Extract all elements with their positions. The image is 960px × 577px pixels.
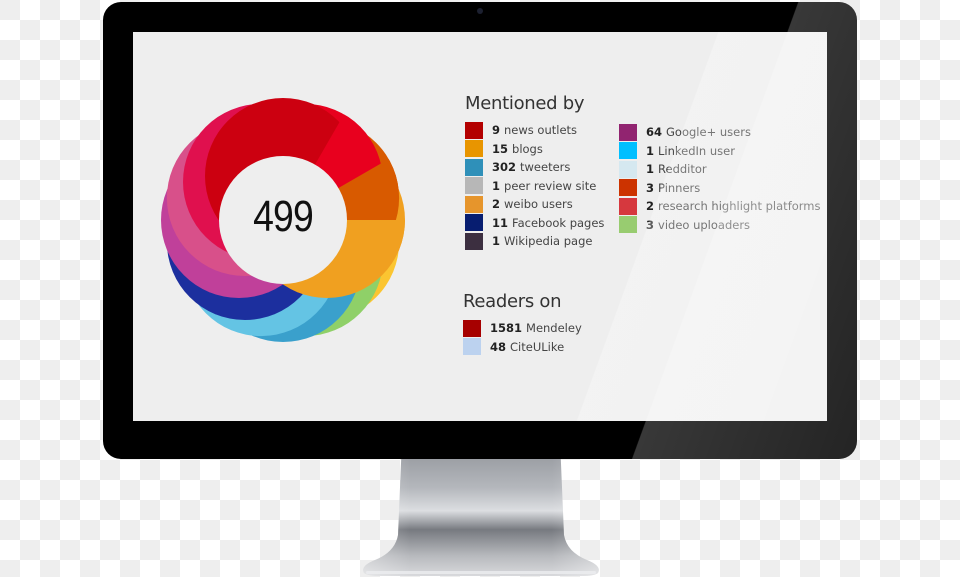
legend-label: tweeters (520, 160, 571, 175)
legend-item-blogs[interactable]: 15 blogs (465, 140, 604, 159)
legend-label: blogs (512, 141, 543, 156)
legend-label: Wikipedia page (504, 234, 593, 249)
legend-swatch (619, 142, 637, 160)
legend-swatch (465, 214, 483, 232)
legend-swatch (619, 123, 637, 141)
legend-count: 64 (646, 125, 663, 140)
readers-on-list: 1581 Mendeley 48 CiteULike (463, 319, 582, 356)
legend-item-research-highlight-platforms[interactable]: 2 research highlight platforms (619, 197, 821, 216)
legend-label: LinkedIn user (658, 143, 735, 158)
legend-swatch (465, 121, 483, 139)
legend-item-facebook-pages[interactable]: 11 Facebook pages (465, 214, 604, 233)
legend-item-citeulike[interactable]: 48 CiteULike (463, 338, 582, 357)
legend-swatch (619, 160, 637, 178)
legend-count: 15 (492, 141, 509, 156)
legend-label: weibo users (504, 197, 573, 212)
legend-count: 1 (646, 162, 655, 177)
legend-item-mendeley[interactable]: 1581 Mendeley (463, 319, 582, 338)
legend-item-news-outlets[interactable]: 9 news outlets (465, 121, 604, 140)
legend-item-weibo-users[interactable]: 2 weibo users (465, 195, 604, 214)
attention-score: 499 (253, 192, 314, 241)
legend-label: Redditor (658, 162, 707, 177)
legend-label: CiteULike (510, 339, 565, 354)
legend-label: research highlight platforms (658, 199, 821, 214)
legend-label: Google+ users (666, 125, 751, 140)
legend-count: 9 (492, 123, 501, 138)
mentioned-by-column-2: 64 Google+ users 1 LinkedIn user 1 Redditor 3 P… (619, 123, 821, 234)
legend-swatch (619, 216, 637, 234)
monitor-bezel: 499 Mentioned by 9 news outlets 15 blogs 302… (103, 2, 857, 459)
legend-count: 3 (646, 217, 655, 232)
legend-count: 1 (646, 143, 655, 158)
legend-item-pinners[interactable]: 3 Pinners (619, 179, 821, 198)
legend-label: news outlets (504, 123, 578, 138)
legend-count: 302 (492, 160, 517, 175)
legend-swatch (465, 232, 483, 250)
mentioned-by-heading: Mentioned by (465, 93, 585, 114)
legend-swatch (465, 158, 483, 176)
legend-label: peer review site (504, 178, 597, 193)
legend-swatch (619, 179, 637, 197)
legend-swatch (465, 195, 483, 213)
legend-swatch (465, 177, 483, 195)
legend-item-wikipedia-page[interactable]: 1 Wikipedia page (465, 232, 604, 251)
legend-count: 1 (492, 178, 501, 193)
legend-count: 48 (490, 339, 507, 354)
legend-label: Pinners (658, 180, 701, 195)
legend-swatch (465, 140, 483, 158)
legend-swatch (463, 319, 481, 337)
monitor-screen: 499 Mentioned by 9 news outlets 15 blogs 302… (133, 32, 827, 421)
legend-count: 1 (492, 234, 501, 249)
legend-count: 3 (646, 180, 655, 195)
mentioned-by-column-1: 9 news outlets 15 blogs 302 tweeters 1 peer rev… (465, 121, 604, 251)
legend-label: Facebook pages (512, 215, 605, 230)
legend-swatch (463, 338, 481, 356)
legend-item-tweeters[interactable]: 302 tweeters (465, 158, 604, 177)
legend-swatch (619, 197, 637, 215)
legend-count: 2 (646, 199, 655, 214)
legend-label: video uploaders (658, 217, 751, 232)
legend-item-linkedin-user[interactable]: 1 LinkedIn user (619, 142, 821, 161)
legend-item-google-users[interactable]: 64 Google+ users (619, 123, 821, 142)
monitor-stand (363, 440, 599, 576)
legend-item-video-uploaders[interactable]: 3 video uploaders (619, 216, 821, 235)
legend-count: 11 (492, 215, 509, 230)
legend-count: 2 (492, 197, 501, 212)
legend-label: Mendeley (526, 321, 582, 336)
legend-item-peer-review-site[interactable]: 1 peer review site (465, 177, 604, 196)
legend-item-redditor[interactable]: 1 Redditor (619, 160, 821, 179)
legend-count: 1581 (490, 321, 523, 336)
camera-icon (477, 8, 483, 14)
readers-on-heading: Readers on (463, 291, 562, 312)
